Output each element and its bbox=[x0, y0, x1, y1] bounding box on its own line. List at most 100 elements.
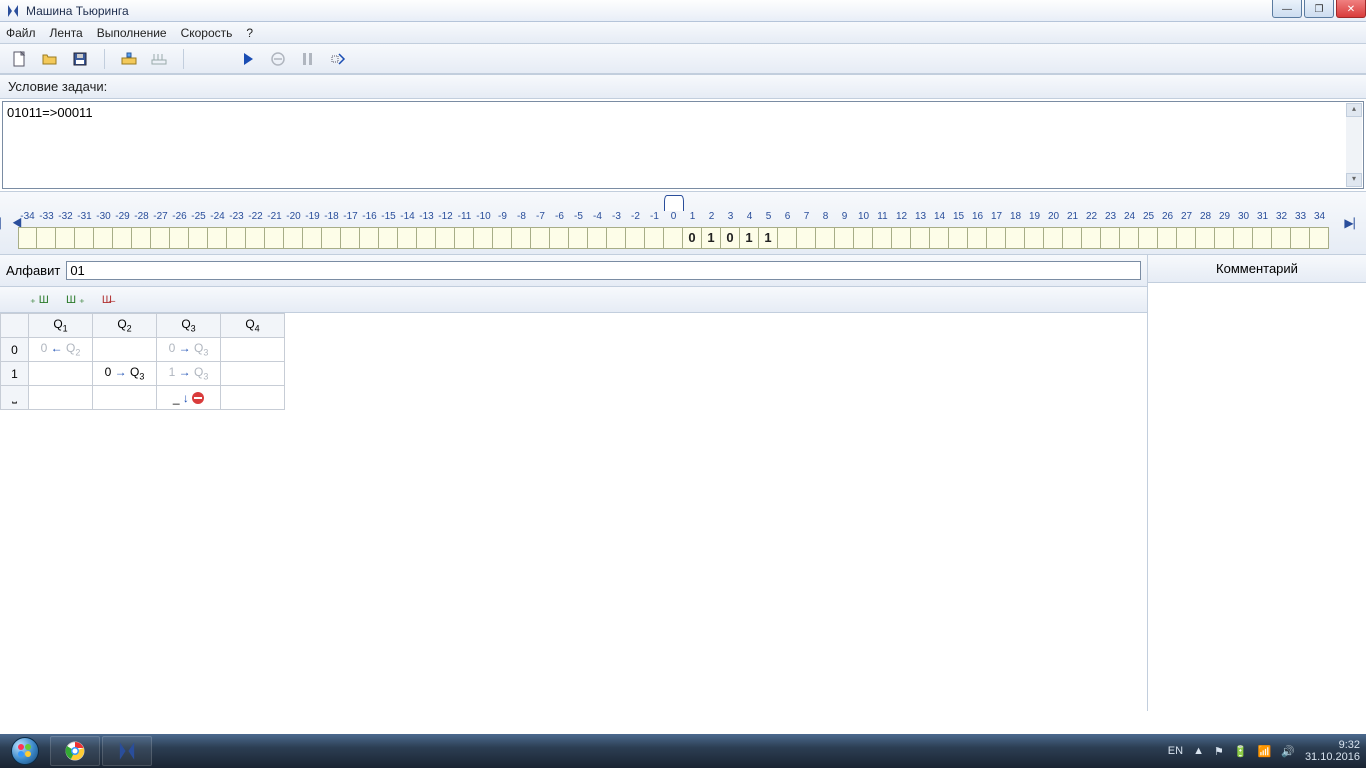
transition-cell[interactable]: 0 ← Q2 bbox=[29, 338, 93, 362]
pause-icon[interactable] bbox=[298, 49, 318, 69]
transition-cell[interactable] bbox=[93, 386, 157, 410]
tape-cell[interactable] bbox=[493, 227, 512, 249]
tape-cell[interactable]: 0 bbox=[683, 227, 702, 249]
tape-cell[interactable] bbox=[341, 227, 360, 249]
tape-cell[interactable] bbox=[911, 227, 930, 249]
tape-cell[interactable]: 1 bbox=[759, 227, 778, 249]
tape-cell[interactable] bbox=[1158, 227, 1177, 249]
tape-cell[interactable] bbox=[1063, 227, 1082, 249]
tape-cell[interactable] bbox=[626, 227, 645, 249]
tape-cell[interactable] bbox=[132, 227, 151, 249]
tray-language[interactable]: EN bbox=[1168, 745, 1183, 757]
comment-body[interactable] bbox=[1148, 283, 1366, 711]
tray-flag-icon[interactable]: ▲ bbox=[1193, 745, 1204, 757]
tape-cell[interactable] bbox=[379, 227, 398, 249]
tape-cell[interactable] bbox=[1025, 227, 1044, 249]
tape-cell[interactable]: 1 bbox=[740, 227, 759, 249]
menu-file[interactable]: Файл bbox=[6, 26, 36, 40]
tape-cell[interactable] bbox=[1253, 227, 1272, 249]
tape-cell[interactable] bbox=[75, 227, 94, 249]
tape-cell[interactable] bbox=[873, 227, 892, 249]
tape-edit-icon[interactable] bbox=[119, 49, 139, 69]
add-state-left-icon[interactable]: ₊Ш bbox=[30, 294, 52, 306]
tape-cell[interactable]: 0 bbox=[721, 227, 740, 249]
tray-network-icon[interactable]: 📶 bbox=[1258, 745, 1272, 758]
transition-cell[interactable] bbox=[93, 338, 157, 362]
tray-volume-icon[interactable]: 🔊 bbox=[1281, 745, 1295, 758]
symbol-header[interactable]: 1 bbox=[1, 362, 29, 386]
tape-cell[interactable] bbox=[18, 227, 37, 249]
symbol-header[interactable]: 0 bbox=[1, 338, 29, 362]
tape-cell[interactable] bbox=[816, 227, 835, 249]
tape-cell[interactable] bbox=[113, 227, 132, 249]
tape-cell[interactable] bbox=[1120, 227, 1139, 249]
minimize-button[interactable]: — bbox=[1272, 0, 1302, 18]
tape-cell[interactable] bbox=[588, 227, 607, 249]
tape-cell[interactable] bbox=[1006, 227, 1025, 249]
tape-cell[interactable] bbox=[151, 227, 170, 249]
tape-cell[interactable] bbox=[949, 227, 968, 249]
tape-cell[interactable] bbox=[892, 227, 911, 249]
tape-cell[interactable] bbox=[987, 227, 1006, 249]
transition-cell[interactable] bbox=[221, 338, 285, 362]
tape-cell[interactable] bbox=[189, 227, 208, 249]
tape-cell[interactable] bbox=[664, 227, 683, 249]
run-icon[interactable] bbox=[238, 49, 258, 69]
transition-table[interactable]: Q1Q2Q3Q400 ← Q20 → Q310 → Q31 → Q3⎵_ ↓ bbox=[0, 313, 285, 410]
tape-cell[interactable] bbox=[1082, 227, 1101, 249]
menu-tape[interactable]: Лента bbox=[50, 26, 83, 40]
tape-cell[interactable] bbox=[968, 227, 987, 249]
stop-run-icon[interactable] bbox=[268, 49, 288, 69]
tape-cell[interactable] bbox=[645, 227, 664, 249]
tape[interactable]: -34-33-32-31-30-29-28-27-26-25-24-23-22-… bbox=[18, 197, 1348, 249]
tape-scroll-left-icon[interactable]: ⎸◀ bbox=[4, 216, 18, 231]
tape-cell[interactable] bbox=[778, 227, 797, 249]
state-header[interactable]: Q4 bbox=[221, 314, 285, 338]
tray-action-center-icon[interactable]: ⚑ bbox=[1214, 745, 1224, 758]
taskbar-item-chrome[interactable] bbox=[50, 736, 100, 766]
task-scrollbar[interactable]: ▴▾ bbox=[1346, 103, 1362, 187]
tray-battery-icon[interactable]: 🔋 bbox=[1234, 745, 1248, 758]
transition-cell[interactable] bbox=[29, 362, 93, 386]
transition-cell[interactable]: 1 → Q3 bbox=[157, 362, 221, 386]
tape-cell[interactable] bbox=[835, 227, 854, 249]
transition-cell[interactable]: 0 → Q3 bbox=[93, 362, 157, 386]
tape-cell[interactable] bbox=[531, 227, 550, 249]
tape-cell[interactable] bbox=[455, 227, 474, 249]
tape-cell[interactable] bbox=[474, 227, 493, 249]
tape-cell[interactable] bbox=[1196, 227, 1215, 249]
tape-cell[interactable] bbox=[227, 227, 246, 249]
tape-cell[interactable] bbox=[265, 227, 284, 249]
tape-cell[interactable] bbox=[1310, 227, 1329, 249]
tape-cell[interactable] bbox=[1234, 227, 1253, 249]
transition-cell[interactable] bbox=[221, 386, 285, 410]
tape-cell[interactable] bbox=[322, 227, 341, 249]
tape-cell[interactable] bbox=[512, 227, 531, 249]
menu-help[interactable]: ? bbox=[246, 26, 253, 40]
tape-cell[interactable] bbox=[1177, 227, 1196, 249]
tape-cell[interactable] bbox=[208, 227, 227, 249]
save-file-icon[interactable] bbox=[70, 49, 90, 69]
tape-cell[interactable] bbox=[550, 227, 569, 249]
step-icon[interactable] bbox=[328, 49, 348, 69]
tape-cell[interactable] bbox=[1044, 227, 1063, 249]
tape-cell[interactable] bbox=[436, 227, 455, 249]
tape-cell[interactable] bbox=[398, 227, 417, 249]
transition-cell[interactable] bbox=[29, 386, 93, 410]
tape-cell[interactable] bbox=[569, 227, 588, 249]
task-textarea[interactable]: 01011=>00011 ▴▾ bbox=[2, 101, 1364, 189]
start-button[interactable] bbox=[2, 734, 48, 768]
state-header[interactable]: Q3 bbox=[157, 314, 221, 338]
tray-clock[interactable]: 9:32 31.10.2016 bbox=[1305, 739, 1360, 763]
tape-cell[interactable] bbox=[303, 227, 322, 249]
delete-state-icon[interactable]: Ш̶ bbox=[102, 294, 115, 306]
tape-cell[interactable] bbox=[607, 227, 626, 249]
transition-cell[interactable]: _ ↓ bbox=[157, 386, 221, 410]
tape-clear-icon[interactable] bbox=[149, 49, 169, 69]
tape-cell[interactable] bbox=[417, 227, 436, 249]
tape-cell[interactable] bbox=[1272, 227, 1291, 249]
tape-cell[interactable] bbox=[930, 227, 949, 249]
maximize-button[interactable]: ❐ bbox=[1304, 0, 1334, 18]
open-file-icon[interactable] bbox=[40, 49, 60, 69]
menu-speed[interactable]: Скорость bbox=[181, 26, 233, 40]
